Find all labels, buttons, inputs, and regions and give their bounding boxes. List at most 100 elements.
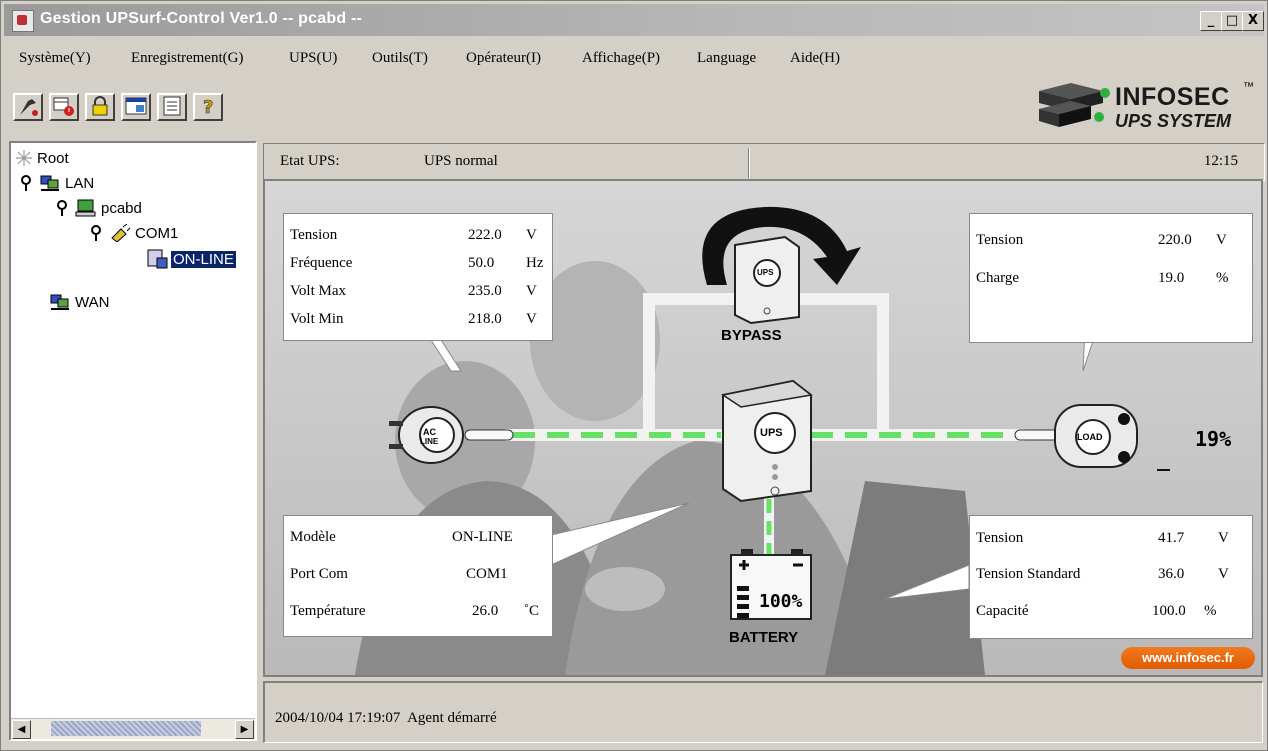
tree-node-lan[interactable]: LAN	[19, 174, 94, 192]
help-button[interactable]: ?	[193, 93, 223, 121]
load-level-bar	[1157, 469, 1170, 471]
menu-aide[interactable]: Aide(H)	[790, 50, 840, 67]
input-unit-volt-min: V	[526, 311, 537, 327]
ac-line-label-1: AC	[423, 427, 436, 437]
menu-systeme[interactable]: Système(Y)	[19, 50, 91, 67]
input-label-volt-min: Volt Min	[290, 311, 344, 327]
tree-label-port: COM1	[135, 224, 179, 242]
pin-icon	[21, 175, 31, 191]
output-label-charge: Charge	[976, 270, 1020, 286]
menu-operateur[interactable]: Opérateur(I)	[466, 50, 541, 67]
input-value-volt-max: 235.0	[468, 283, 502, 299]
tree-horizontal-scrollbar[interactable]: ◀ ▶	[11, 718, 255, 739]
menu-language[interactable]: Language	[697, 50, 756, 67]
input-label-frequence: Fréquence	[290, 255, 353, 271]
input-label-tension: Tension	[290, 227, 338, 243]
tree-label-device: ON-LINE	[171, 250, 236, 268]
scroll-thumb[interactable]	[51, 721, 201, 736]
tree-label-lan: LAN	[65, 174, 95, 192]
tree-label-root: Root	[37, 149, 69, 167]
tree-node-port[interactable]: COM1	[89, 224, 178, 242]
battery-value-capacite: 100.0	[1152, 603, 1186, 619]
menu-outils[interactable]: Outils(T)	[372, 50, 428, 67]
window-title: Gestion UPSurf-Control Ver1.0 -- pcabd -…	[40, 10, 363, 27]
bypass-unit-label: UPS	[757, 268, 774, 277]
logo-text-ups-system: UPS SYSTEM	[1115, 111, 1232, 131]
output-value-charge: 19.0	[1158, 270, 1185, 286]
ac-line-label-2: LINE	[420, 437, 439, 446]
ups-label-modele: Modèle	[290, 529, 336, 545]
input-label-volt-max: Volt Max	[290, 283, 346, 299]
root-icon	[16, 150, 32, 166]
website-link-button[interactable]: www.infosec.fr	[1121, 647, 1255, 669]
title-bar[interactable]: Gestion UPSurf-Control Ver1.0 -- pcabd -…	[4, 4, 1264, 36]
logo-cubes-icon	[1039, 83, 1110, 127]
battery-unit-tension: V	[1218, 530, 1229, 546]
ups-info-callout-pointer	[550, 502, 690, 566]
output-value-tension: 220.0	[1158, 232, 1192, 248]
svg-text:?: ?	[203, 97, 213, 117]
ups-status-bar: Etat UPS: UPS normal 12:15	[263, 143, 1265, 181]
lock-button[interactable]	[85, 93, 115, 121]
pin-icon	[91, 225, 101, 241]
input-unit-tension: V	[526, 227, 537, 243]
schedule-button[interactable]	[49, 93, 79, 121]
battery-caption: BATTERY	[729, 629, 799, 646]
load-percent-readout: 19%	[1195, 427, 1232, 451]
window-button[interactable]	[121, 93, 151, 121]
list-button[interactable]	[157, 93, 187, 121]
logo-text-infosec: INFOSEC	[1115, 83, 1230, 111]
ups-diagram-panel: AC LINE UPS UPS LOAD BYPASS BATTERY 100%…	[263, 179, 1263, 677]
help-icon: ?	[203, 97, 214, 119]
network-icon	[40, 175, 59, 191]
menu-ups[interactable]: UPS(U)	[289, 50, 337, 67]
tree-node-host[interactable]: pcabd	[55, 199, 142, 217]
battery-info-panel: Tension 41.7 V Tension Standard 36.0 V C…	[969, 515, 1253, 639]
maximize-button[interactable]: □	[1221, 11, 1243, 31]
status-value: UPS normal	[424, 153, 498, 169]
tree-node-root[interactable]: Root	[15, 149, 69, 167]
menu-enregistrement[interactable]: Enregistrement(G)	[131, 50, 243, 67]
minimize-button[interactable]: _	[1200, 11, 1222, 31]
event-log-bar: 2004/10/04 17:19:07 Agent démarré	[263, 681, 1263, 743]
battery-level-bar-2	[737, 604, 749, 609]
scroll-right-arrow-icon[interactable]: ▶	[235, 720, 254, 739]
ups-unit	[721, 379, 813, 503]
ups-label-temperature: Température	[290, 603, 366, 619]
input-unit-volt-max: V	[526, 283, 537, 299]
close-button[interactable]: X	[1242, 11, 1264, 31]
output-unit-tension: V	[1216, 232, 1227, 248]
menu-bar: Système(Y) Enregistrement(G) UPS(U) Outi…	[4, 43, 1264, 75]
menu-affichage[interactable]: Affichage(P)	[582, 50, 660, 67]
app-icon[interactable]	[12, 10, 34, 32]
input-value-frequence: 50.0	[468, 255, 495, 271]
ups-value-port-com: COM1	[466, 566, 508, 582]
ac-line-plug	[389, 406, 514, 464]
output-unit-charge: %	[1216, 270, 1229, 286]
battery-label-tension: Tension	[976, 530, 1024, 546]
input-value-volt-min: 218.0	[468, 311, 502, 327]
tree-label-host: pcabd	[101, 199, 142, 217]
battery-unit-capacite: %	[1204, 603, 1217, 619]
battery-value-tension: 41.7	[1158, 530, 1185, 546]
bypass-caption: BYPASS	[721, 327, 782, 344]
scroll-left-arrow-icon[interactable]: ◀	[12, 720, 31, 739]
calendar-alarm-icon	[53, 97, 74, 116]
battery-label-capacite: Capacité	[976, 603, 1029, 619]
bypass-unit	[702, 206, 861, 325]
lock-icon	[92, 96, 108, 116]
tree-node-wan[interactable]: WAN	[49, 293, 109, 311]
load-plug-label: LOAD	[1077, 432, 1103, 442]
ups-value-modele: ON-LINE	[452, 529, 513, 545]
ups-unit-temperature: ˚C	[524, 603, 539, 619]
tools-button[interactable]	[13, 93, 43, 121]
tree-node-device[interactable]: ON-LINE	[145, 248, 236, 270]
battery-level-bar-4	[737, 586, 749, 591]
battery-level-bar-3	[737, 595, 749, 600]
device-tree[interactable]: Root LAN pcabd COM1 ON-LINE WAN ◀ ▶	[9, 141, 257, 741]
input-info-panel: Tension 222.0 V Fréquence 50.0 Hz Volt M…	[283, 213, 553, 341]
ups-label-port-com: Port Com	[290, 566, 348, 582]
window-icon	[125, 97, 147, 115]
battery-label-tension-standard: Tension Standard	[976, 566, 1081, 582]
tree-label-wan: WAN	[75, 293, 110, 311]
